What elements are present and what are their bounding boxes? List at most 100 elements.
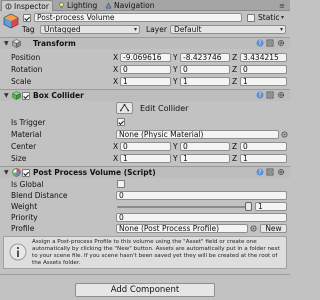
tab-label: Inspector <box>14 1 49 11</box>
edit-collider-icon <box>119 103 130 112</box>
x-axis-label: X <box>113 53 119 62</box>
settings-icon[interactable] <box>277 39 285 47</box>
is-trigger-label: Is Trigger <box>11 118 46 127</box>
x-axis-label: X <box>113 154 119 163</box>
box-collider-enabled-checkbox[interactable] <box>22 92 30 100</box>
transform-title: Transform <box>33 39 76 48</box>
divider <box>0 274 290 275</box>
help-icon[interactable]: ? <box>256 168 264 176</box>
rotation-z-input[interactable]: 0 <box>240 65 287 74</box>
scale-x-input[interactable]: 1 <box>120 77 171 86</box>
weight-label: Weight <box>11 202 38 211</box>
weight-slider-track[interactable] <box>117 206 250 208</box>
post-process-title: Post Process Volume (Script) <box>33 168 156 177</box>
center-label: Center <box>11 142 37 151</box>
position-z-input[interactable]: 3.434215 <box>240 53 287 62</box>
edit-collider-button[interactable] <box>116 102 133 114</box>
collapse-arrow-icon[interactable]: ▼ <box>4 90 9 101</box>
scale-y-input[interactable]: 1 <box>180 77 230 86</box>
help-icon[interactable]: ? <box>256 91 264 99</box>
rotation-label: Rotation <box>11 65 43 74</box>
post-process-enabled-checkbox[interactable] <box>22 169 30 177</box>
position-label: Position <box>11 53 41 62</box>
object-picker-icon[interactable] <box>250 225 257 232</box>
help-icon[interactable]: ? <box>256 39 264 47</box>
help-box: Assign a Post-process Profile to this vo… <box>3 236 287 269</box>
z-axis-label: Z <box>232 77 238 86</box>
center-z-input[interactable]: 0 <box>240 142 287 151</box>
center-x-input[interactable]: 0 <box>120 142 171 151</box>
help-text: Assign a Post-process Profile to this vo… <box>32 239 280 266</box>
y-axis-label: Y <box>173 53 178 62</box>
weight-input[interactable]: 1 <box>255 202 287 211</box>
object-picker-icon[interactable] <box>281 131 288 138</box>
x-axis-label: X <box>113 77 119 86</box>
size-x-input[interactable]: 1 <box>120 154 171 163</box>
material-label: Material <box>11 130 42 139</box>
is-global-checkbox[interactable] <box>117 180 125 188</box>
new-profile-button[interactable]: New <box>260 224 287 233</box>
preset-icon[interactable] <box>266 39 274 47</box>
size-y-input[interactable]: 1 <box>180 154 230 163</box>
static-label: Static <box>258 13 280 22</box>
collapse-arrow-icon[interactable]: ▼ <box>4 167 9 178</box>
cube-icon <box>3 13 19 29</box>
tag-label: Tag <box>22 25 35 34</box>
size-z-input[interactable]: 1 <box>240 154 287 163</box>
scale-label: Scale <box>11 77 32 86</box>
navigation-icon <box>105 2 112 9</box>
tab-navigation[interactable]: Navigation <box>102 0 162 11</box>
edit-collider-label: Edit Collider <box>140 104 189 113</box>
settings-icon[interactable] <box>277 168 285 176</box>
profile-label: Profile <box>11 224 35 233</box>
svg-text:?: ? <box>258 169 261 176</box>
svg-text:?: ? <box>258 40 261 47</box>
blend-distance-input[interactable]: 0 <box>116 191 287 200</box>
priority-input[interactable]: 0 <box>116 213 287 222</box>
priority-label: Priority <box>11 213 38 222</box>
rotation-x-input[interactable]: 0 <box>120 65 171 74</box>
is-trigger-checkbox[interactable] <box>117 118 125 126</box>
profile-object-field[interactable]: None (Post Process Profile) <box>116 224 248 233</box>
position-x-input[interactable]: -9.069616 <box>120 53 171 62</box>
y-axis-label: Y <box>173 142 178 151</box>
z-axis-label: Z <box>232 53 238 62</box>
tab-lighting[interactable]: Lighting <box>55 0 100 11</box>
rotation-y-input[interactable]: 0 <box>180 65 230 74</box>
settings-icon[interactable] <box>277 91 285 99</box>
active-checkbox[interactable] <box>23 14 31 22</box>
box-collider-icon <box>12 91 21 100</box>
tab-inspector[interactable]: Inspector <box>1 0 53 11</box>
add-component-button[interactable]: Add Component <box>75 283 215 297</box>
tab-label: Lighting <box>67 1 98 10</box>
weight-slider-handle[interactable] <box>245 202 252 211</box>
inspector-icon <box>5 2 12 10</box>
static-checkbox[interactable] <box>247 14 255 22</box>
info-icon <box>9 243 27 261</box>
position-y-input[interactable]: -8.423746 <box>180 53 230 62</box>
layer-label: Layer <box>146 25 167 34</box>
layer-dropdown[interactable]: Default <box>170 25 286 34</box>
z-axis-label: Z <box>232 65 238 74</box>
tab-label: Navigation <box>114 1 155 10</box>
menu-icon[interactable]: ≡ <box>277 2 287 10</box>
center-y-input[interactable]: 0 <box>180 142 230 151</box>
static-dropdown-icon[interactable]: ▾ <box>281 12 284 23</box>
material-object-field[interactable]: None (Physic Material) <box>116 130 279 139</box>
svg-text:?: ? <box>258 92 261 99</box>
preset-icon[interactable] <box>266 91 274 99</box>
x-axis-label: X <box>113 142 119 151</box>
preset-icon[interactable] <box>266 168 274 176</box>
z-axis-label: Z <box>232 154 238 163</box>
script-icon <box>12 168 21 177</box>
y-axis-label: Y <box>173 65 178 74</box>
object-name-input[interactable]: Post-process Volume <box>34 13 242 22</box>
size-label: Size <box>11 154 27 163</box>
is-global-label: Is Global <box>11 180 44 189</box>
x-axis-label: X <box>113 65 119 74</box>
z-axis-label: Z <box>232 142 238 151</box>
scale-z-input[interactable]: 1 <box>240 77 287 86</box>
lighting-icon <box>59 2 64 9</box>
tag-dropdown[interactable]: Untagged <box>40 25 140 34</box>
collapse-arrow-icon[interactable]: ▼ <box>4 38 9 49</box>
